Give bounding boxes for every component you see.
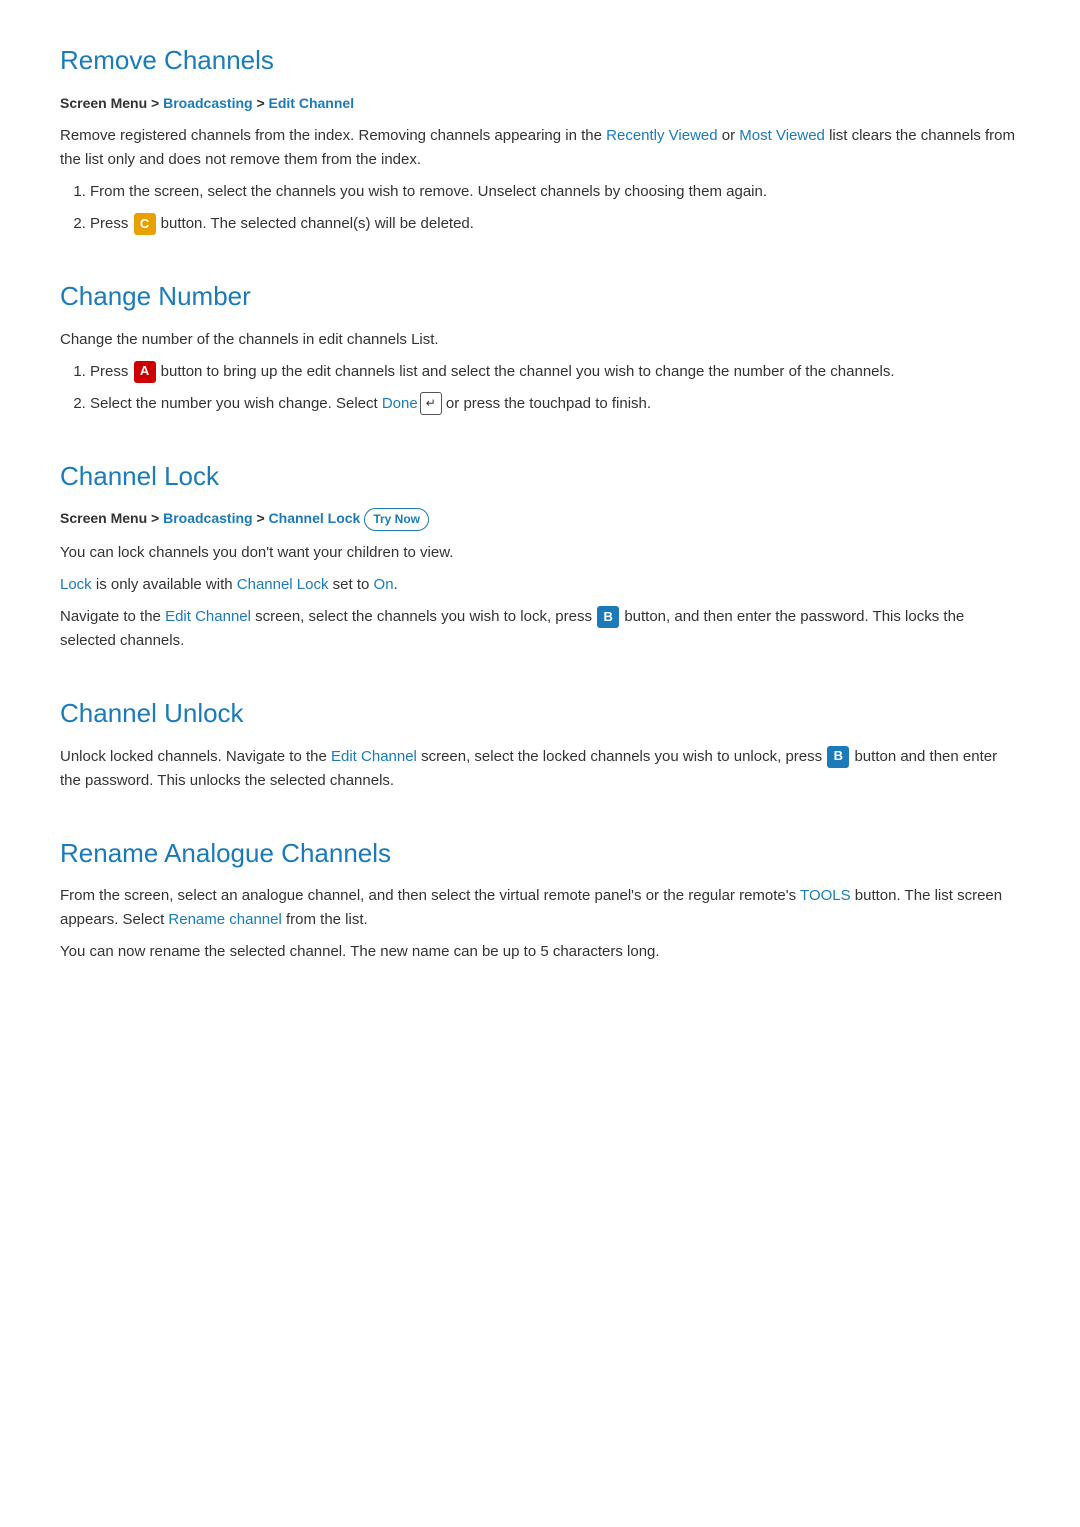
link-tools[interactable]: TOOLS: [800, 887, 851, 904]
body2-period: .: [394, 576, 398, 593]
link-rename-channel[interactable]: Rename channel: [168, 911, 281, 928]
link-lock[interactable]: Lock: [60, 576, 92, 593]
step-2-text-before: Press: [90, 215, 133, 232]
change-number-body: Change the number of the channels in edi…: [60, 328, 1020, 352]
body2-text2: set to: [329, 576, 374, 593]
link-edit-channel-unlock[interactable]: Edit Channel: [331, 748, 417, 765]
rename-analogue-title: Rename Analogue Channels: [60, 833, 1020, 875]
step-2-text-after: button. The selected channel(s) will be …: [157, 215, 474, 232]
breadcrumb-link-edit-channel[interactable]: Edit Channel: [269, 95, 355, 111]
remove-channels-section: Remove Channels Screen Menu > Broadcasti…: [60, 40, 1020, 236]
breadcrumb-prefix: Screen Menu >: [60, 95, 163, 111]
breadcrumb-link-channel-lock[interactable]: Channel Lock: [269, 510, 361, 526]
link-on[interactable]: On: [374, 576, 394, 593]
body3-text-before: Navigate to the: [60, 608, 165, 625]
done-icon: ↵: [420, 392, 442, 415]
channel-unlock-body: Unlock locked channels. Navigate to the …: [60, 745, 1020, 793]
rename-text-1: From the screen, select an analogue chan…: [60, 887, 800, 904]
link-channel-lock-inline[interactable]: Channel Lock: [237, 576, 329, 593]
change-number-step-1: Press A button to bring up the edit chan…: [90, 360, 1020, 384]
channel-lock-body3: Navigate to the Edit Channel screen, sel…: [60, 605, 1020, 653]
breadcrumb-sep: >: [253, 510, 269, 526]
rename-analogue-section: Rename Analogue Channels From the screen…: [60, 833, 1020, 965]
step-1-text-before: Press: [90, 363, 133, 380]
unlock-text-mid: screen, select the locked channels you w…: [417, 748, 826, 765]
change-number-step-2: Select the number you wish change. Selec…: [90, 392, 1020, 416]
remove-channels-step-2: Press C button. The selected channel(s) …: [90, 212, 1020, 236]
step-2-text-before: Select the number you wish change. Selec…: [90, 395, 382, 412]
remove-channels-steps: From the screen, select the channels you…: [90, 180, 1020, 236]
breadcrumb-sep: >: [253, 95, 269, 111]
channel-unlock-title: Channel Unlock: [60, 693, 1020, 735]
body2-text1: is only available with: [92, 576, 237, 593]
remove-channels-step-1: From the screen, select the channels you…: [90, 180, 1020, 204]
step-2-text-after: or press the touchpad to finish.: [442, 395, 651, 412]
b-button-icon-unlock: B: [827, 746, 849, 768]
c-button-icon: C: [134, 213, 156, 235]
channel-lock-title: Channel Lock: [60, 456, 1020, 498]
channel-lock-breadcrumb: Screen Menu > Broadcasting > Channel Loc…: [60, 507, 1020, 531]
link-edit-channel[interactable]: Edit Channel: [165, 608, 251, 625]
remove-channels-breadcrumb: Screen Menu > Broadcasting > Edit Channe…: [60, 92, 1020, 114]
link-most-viewed[interactable]: Most Viewed: [739, 127, 825, 144]
try-now-badge[interactable]: Try Now: [364, 508, 429, 531]
breadcrumb-prefix: Screen Menu >: [60, 510, 163, 526]
remove-channels-title: Remove Channels: [60, 40, 1020, 82]
step-1-text-after: button to bring up the edit channels lis…: [157, 363, 895, 380]
body3-text-mid: screen, select the channels you wish to …: [251, 608, 596, 625]
breadcrumb-link-broadcasting[interactable]: Broadcasting: [163, 95, 252, 111]
channel-unlock-section: Channel Unlock Unlock locked channels. N…: [60, 693, 1020, 793]
unlock-text-before: Unlock locked channels. Navigate to the: [60, 748, 331, 765]
link-recently-viewed[interactable]: Recently Viewed: [606, 127, 717, 144]
b-button-icon: B: [597, 606, 619, 628]
breadcrumb-link-broadcasting[interactable]: Broadcasting: [163, 510, 252, 526]
change-number-title: Change Number: [60, 276, 1020, 318]
channel-lock-body2: Lock is only available with Channel Lock…: [60, 573, 1020, 597]
link-done[interactable]: Done: [382, 395, 418, 412]
a-button-icon: A: [134, 361, 156, 383]
rename-analogue-body2: You can now rename the selected channel.…: [60, 940, 1020, 964]
channel-lock-section: Channel Lock Screen Menu > Broadcasting …: [60, 456, 1020, 653]
change-number-section: Change Number Change the number of the c…: [60, 276, 1020, 416]
rename-text-3: from the list.: [282, 911, 368, 928]
change-number-steps: Press A button to bring up the edit chan…: [90, 360, 1020, 416]
remove-channels-body: Remove registered channels from the inde…: [60, 124, 1020, 172]
step-1-text: From the screen, select the channels you…: [90, 183, 767, 200]
channel-lock-body1: You can lock channels you don't want you…: [60, 541, 1020, 565]
rename-analogue-body1: From the screen, select an analogue chan…: [60, 884, 1020, 932]
